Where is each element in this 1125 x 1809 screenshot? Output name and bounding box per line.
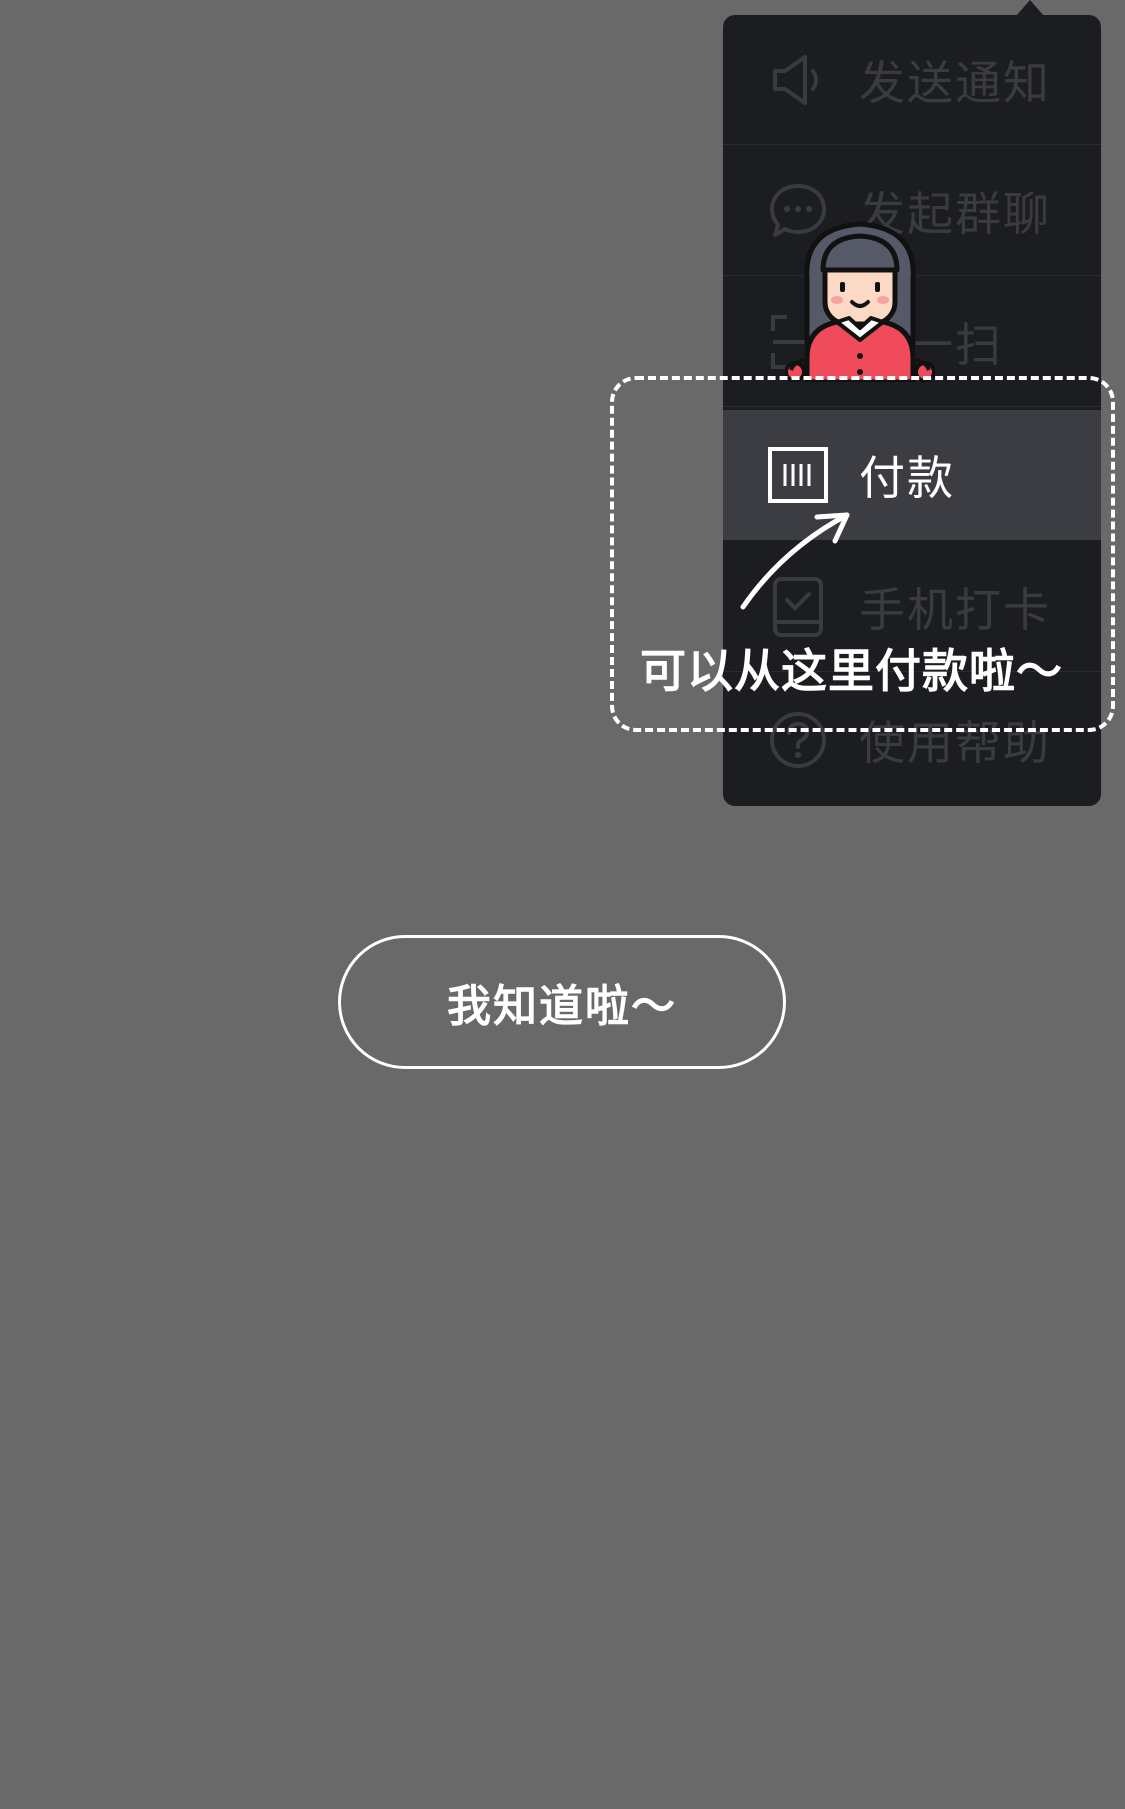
menu-item-label: 发送通知 [859,55,1051,110]
menu-item-send-notice[interactable]: 发送通知 [723,15,1101,145]
megaphone-icon [767,49,829,111]
menu-caret [1016,0,1044,16]
got-it-button[interactable]: 我知道啦～ [338,935,786,1069]
pointer-arrow-icon [735,505,855,615]
girl-mascot-illustration [784,210,936,385]
guide-hint-text: 可以从这里付款啦～ [640,644,1063,698]
